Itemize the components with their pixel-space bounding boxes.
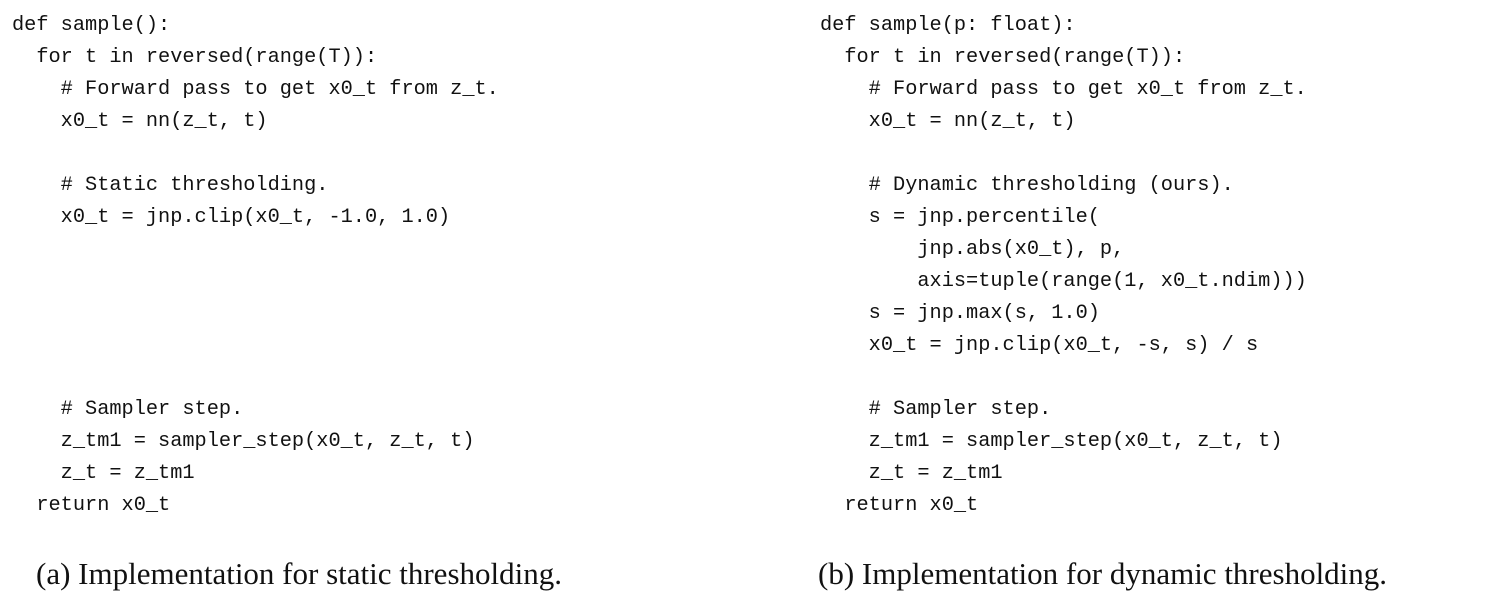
code-line: for t in reversed(range(T)):: [12, 46, 378, 69]
code-line: x0_t = jnp.clip(x0_t, -1.0, 1.0): [12, 206, 451, 229]
code-line: s = jnp.max(s, 1.0): [820, 302, 1100, 325]
code-line: s = jnp.percentile(: [820, 206, 1100, 229]
code-block-static: def sample(): for t in reversed(range(T)…: [12, 10, 499, 522]
code-line: return x0_t: [820, 494, 979, 517]
caption-dynamic: (b) Implementation for dynamic threshold…: [818, 556, 1388, 591]
code-line: # Forward pass to get x0_t from z_t.: [12, 78, 499, 101]
code-panel-static: def sample(): for t in reversed(range(T)…: [12, 10, 499, 522]
code-line: x0_t = nn(z_t, t): [12, 110, 268, 133]
code-line: z_tm1 = sampler_step(x0_t, z_t, t): [12, 430, 475, 453]
code-line: # Static thresholding.: [12, 174, 329, 197]
caption-static: (a) Implementation for static thresholdi…: [36, 556, 562, 591]
code-line: x0_t = nn(z_t, t): [820, 110, 1076, 133]
code-line: return x0_t: [12, 494, 171, 517]
code-block-dynamic: def sample(p: float): for t in reversed(…: [820, 10, 1307, 522]
code-line: z_t = z_tm1: [12, 462, 195, 485]
code-line: for t in reversed(range(T)):: [820, 46, 1186, 69]
code-line: def sample(p: float):: [820, 14, 1076, 37]
code-line: # Sampler step.: [820, 398, 1052, 421]
code-line: jnp.abs(x0_t), p,: [820, 238, 1125, 261]
code-line: def sample():: [12, 14, 171, 37]
code-line: # Forward pass to get x0_t from z_t.: [820, 78, 1307, 101]
code-line: z_tm1 = sampler_step(x0_t, z_t, t): [820, 430, 1283, 453]
code-line: x0_t = jnp.clip(x0_t, -s, s) / s: [820, 334, 1259, 357]
code-line: axis=tuple(range(1, x0_t.ndim))): [820, 270, 1307, 293]
code-panel-dynamic: def sample(p: float): for t in reversed(…: [820, 10, 1307, 522]
code-line: # Dynamic thresholding (ours).: [820, 174, 1234, 197]
code-line: # Sampler step.: [12, 398, 244, 421]
code-line: z_t = z_tm1: [820, 462, 1003, 485]
